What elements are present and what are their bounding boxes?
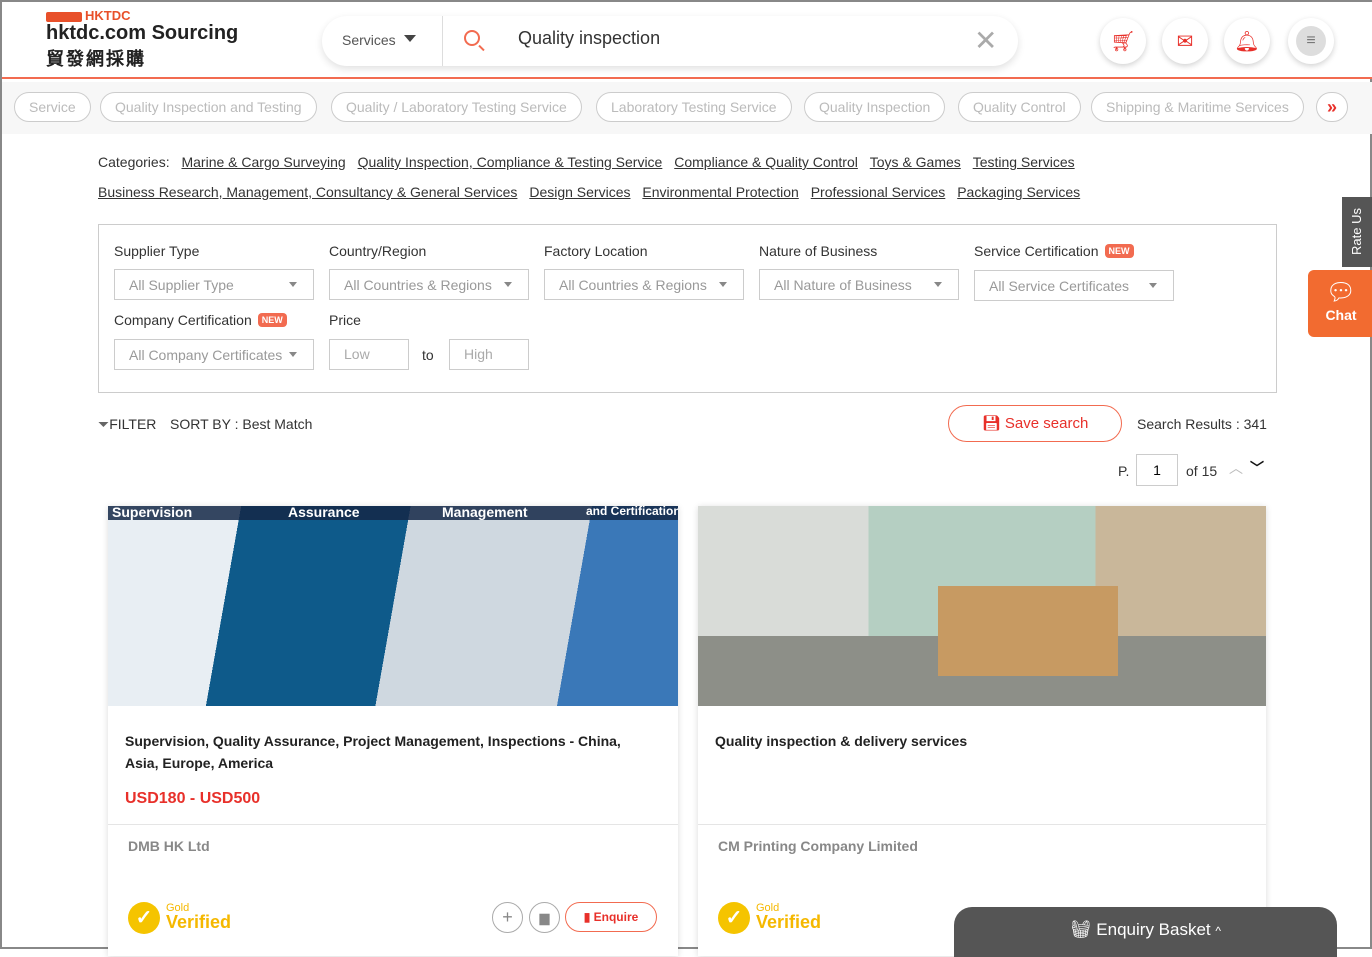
nature-select[interactable]: All Nature of Business [759, 269, 959, 300]
enquire-button[interactable]: ▮ Enquire [565, 902, 657, 932]
company-name[interactable]: CM Printing Company Limited [718, 838, 918, 854]
price-low-input[interactable]: Low [329, 339, 409, 370]
company-cert-select[interactable]: All Company Certificates [114, 339, 314, 370]
product-title[interactable]: Quality inspection & delivery services [715, 730, 1245, 752]
category-link[interactable]: Quality Inspection, Compliance & Testing… [358, 154, 663, 170]
related-search-chips: Service Quality Inspection and Testing Q… [2, 82, 1372, 134]
company-cert-label: Company Certification NEW [114, 312, 287, 328]
supplier-type-label: Supplier Type [114, 243, 200, 259]
mail-button[interactable]: ✉ [1162, 18, 1208, 64]
image-caption: and Certification [586, 506, 678, 518]
cart-icon: 🛒︎ [1110, 30, 1136, 53]
product-title[interactable]: Supervision, Quality Assurance, Project … [125, 730, 655, 774]
cart-button[interactable]: 🛒︎ [1100, 18, 1146, 64]
divider [698, 824, 1266, 825]
bell-icon: 🔔︎ [1234, 30, 1260, 53]
page-prefix: P. [1118, 463, 1130, 479]
search-input[interactable] [518, 28, 958, 49]
service-cert-label: Service Certification NEW [974, 243, 1134, 259]
category-link[interactable]: Business Research, Management, Consultan… [98, 184, 517, 200]
country-label: Country/Region [329, 243, 427, 259]
enquiry-basket-bar[interactable]: 🧺︎ Enquiry Basket ^ [954, 907, 1337, 957]
product-image[interactable]: Supervision Assurance Management and Cer… [108, 506, 678, 706]
search-results-count: Search Results : 341 [1137, 416, 1267, 432]
image-caption: Supervision [112, 506, 193, 520]
divider [442, 16, 443, 66]
country-select[interactable]: All Countries & Regions [329, 269, 529, 300]
category-link[interactable]: Testing Services [973, 154, 1075, 170]
chip[interactable]: Quality Inspection and Testing [100, 92, 317, 122]
product-price: USD180 - USD500 [125, 790, 261, 807]
chat-button[interactable]: 💬︎ Chat [1308, 270, 1372, 337]
search-category-dropdown[interactable]: Services [342, 32, 416, 48]
company-name[interactable]: DMB HK Ltd [128, 838, 210, 854]
filter-toggle[interactable]: ⏷FILTER [98, 416, 156, 433]
category-link[interactable]: Packaging Services [957, 184, 1080, 200]
hktdc-logo[interactable]: HKTDC [46, 8, 131, 23]
gold-verified-badge: ✓ Gold Verified [718, 902, 838, 938]
image-caption: Assurance [288, 506, 360, 520]
product-image[interactable] [698, 506, 1266, 706]
price-label: Price [329, 312, 361, 328]
chip[interactable]: Quality / Laboratory Testing Service [331, 92, 582, 122]
logo-title[interactable]: hktdc.com Sourcing [46, 22, 238, 45]
chip[interactable]: Quality Inspection [804, 92, 946, 122]
basket-icon: 🧺︎ [1069, 920, 1092, 939]
add-icon[interactable]: + [492, 902, 523, 933]
image-caption: Management [442, 506, 528, 520]
category-link[interactable]: Marine & Cargo Surveying [181, 154, 345, 170]
new-badge: NEW [1104, 244, 1134, 258]
product-card[interactable]: Supervision Assurance Management and Cer… [108, 506, 678, 956]
category-link[interactable]: Professional Services [811, 184, 946, 200]
header: HKTDC hktdc.com Sourcing 貿發網採購 Services … [2, 2, 1372, 79]
supplier-type-select[interactable]: All Supplier Type [114, 269, 314, 300]
chip[interactable]: Quality Control [958, 92, 1081, 122]
chat-icon: 💬︎ [1325, 279, 1357, 306]
chip[interactable]: Service [14, 92, 91, 122]
save-search-button[interactable]: 💾︎ Save search [948, 405, 1122, 442]
price-high-input[interactable]: High [449, 339, 529, 370]
rate-us-tab[interactable]: Rate Us [1342, 197, 1372, 267]
page-input[interactable] [1136, 454, 1178, 486]
mail-icon: ✉ [1176, 30, 1194, 53]
category-link[interactable]: Compliance & Quality Control [674, 154, 858, 170]
chip[interactable]: Shipping & Maritime Services [1091, 92, 1304, 122]
page-total: of 15 [1186, 463, 1218, 479]
menu-button[interactable]: ≡ [1288, 18, 1334, 64]
search-icon[interactable] [464, 30, 480, 46]
chevron-up-icon: ^ [1215, 924, 1222, 938]
filter-icon: ⏷ [98, 416, 110, 432]
factory-location-select[interactable]: All Countries & Regions [544, 269, 744, 300]
service-cert-select[interactable]: All Service Certificates [974, 270, 1174, 301]
category-link[interactable]: Design Services [529, 184, 630, 200]
next-page-icon[interactable]: ﹀ [1250, 458, 1264, 478]
divider [108, 824, 678, 825]
notification-button[interactable]: 🔔︎ [1224, 18, 1270, 64]
filter-panel: Supplier Type All Supplier Type Country/… [98, 224, 1277, 393]
check-icon: ✓ [718, 902, 750, 934]
menu-icon: ≡ [1296, 26, 1326, 56]
logo-chinese: 貿發網採購 [46, 49, 146, 69]
gold-verified-badge: ✓ Gold Verified [128, 902, 248, 938]
sort-by-dropdown[interactable]: SORT BY : Best Match [170, 416, 312, 432]
message-icon[interactable]: ▆ [529, 902, 560, 933]
new-badge: NEW [257, 313, 287, 327]
prev-page-icon[interactable]: ︿ [1229, 458, 1243, 478]
search-bar: Services ✕ [322, 16, 1018, 66]
save-icon: 💾︎ [981, 415, 1001, 432]
factory-location-label: Factory Location [544, 243, 648, 259]
nature-label: Nature of Business [759, 243, 878, 259]
category-link[interactable]: Toys & Games [870, 154, 961, 170]
check-icon: ✓ [128, 902, 160, 934]
product-card[interactable]: Quality inspection & delivery services C… [698, 506, 1266, 956]
clear-icon[interactable]: ✕ [974, 24, 997, 57]
categories-row-2: Business Research, Management, Consultan… [90, 184, 1080, 200]
price-to-label: to [422, 347, 434, 363]
chip[interactable]: Laboratory Testing Service [596, 92, 792, 122]
chips-scroll-right-icon[interactable]: » [1316, 92, 1349, 122]
document-icon: ▮ [583, 910, 591, 924]
categories-row-1: Categories: Marine & Cargo Surveying Qua… [98, 154, 1075, 170]
category-link[interactable]: Environmental Protection [642, 184, 798, 200]
